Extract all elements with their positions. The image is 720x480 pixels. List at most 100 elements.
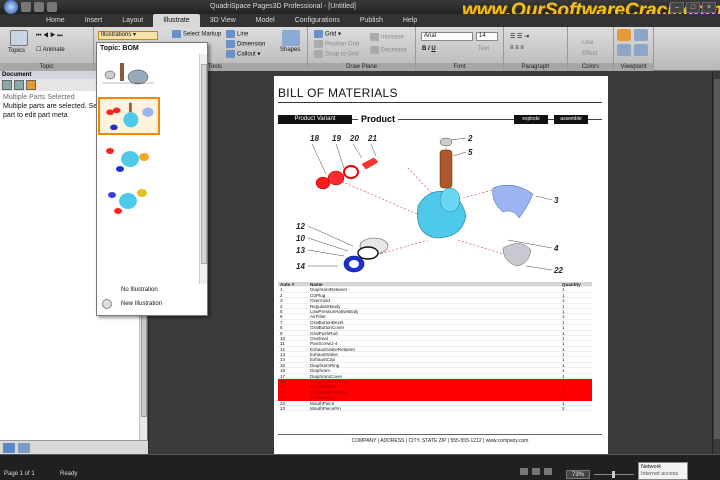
position-grid-button[interactable]: Position Grid [314, 40, 359, 48]
callout-label[interactable]: 14 [296, 262, 305, 271]
select-markup-button[interactable]: Select Markup [172, 30, 221, 38]
cursor-icon [172, 30, 181, 38]
animate-checkbox[interactable]: ☐ Animate [36, 46, 65, 53]
view-fit-icon[interactable] [532, 468, 540, 475]
explode-button[interactable]: explode [514, 115, 548, 124]
list-view-icon[interactable] [2, 80, 12, 90]
views-icon[interactable] [18, 443, 30, 453]
tree-view-icon[interactable] [14, 80, 24, 90]
callout-label[interactable]: 13 [296, 246, 305, 255]
product-label: Product [358, 114, 399, 124]
viewpoint-restore-icon[interactable] [634, 29, 648, 41]
callout-button[interactable]: Callout ▾ [226, 50, 260, 58]
illustration-thumbnail-2[interactable] [98, 97, 160, 135]
illustration-thumbnail-1[interactable] [98, 55, 160, 93]
zoom-level[interactable]: 73% [566, 470, 590, 479]
grid-button[interactable]: Grid ▾ [314, 30, 341, 38]
illustration-thumbnail-3[interactable] [98, 139, 160, 177]
table-row[interactable]: 23 MouthPiecePin 2 [278, 406, 592, 412]
part-valvespring[interactable] [361, 157, 379, 170]
bom-page: BILL OF MATERIALS Product Variant Produc… [274, 76, 608, 454]
tab-layout[interactable]: Layout [112, 14, 153, 27]
part-exhaust-valve[interactable] [357, 246, 379, 260]
new-illustration-option[interactable]: New Illustration [121, 301, 162, 307]
part-purge-button[interactable] [327, 170, 345, 186]
shapes-button[interactable]: Shapes [280, 47, 300, 53]
tab-model[interactable]: Model [246, 14, 285, 27]
maximize-button[interactable]: □ [686, 2, 700, 13]
callout-label[interactable]: 21 [367, 134, 377, 143]
properties-icon[interactable] [26, 80, 36, 90]
part-o2-plug[interactable] [439, 137, 453, 147]
undo-icon[interactable] [34, 2, 44, 12]
part-mouthpiece[interactable] [502, 243, 532, 267]
increase-button[interactable]: Increase [370, 33, 404, 41]
align-buttons[interactable]: ≡ ≡ ≡ [510, 45, 524, 51]
app-menu-orb[interactable] [4, 0, 18, 14]
tab-insert[interactable]: Insert [75, 14, 113, 27]
callout-label[interactable]: 5 [468, 148, 473, 157]
viewpoint-zoom-icon[interactable] [617, 44, 631, 56]
callout-label[interactable]: 22 [553, 266, 563, 275]
illustration-thumbnail-4[interactable] [98, 181, 160, 219]
illustrations-dropdown: Topic: BOM No Illustration New Illustrat… [96, 42, 208, 316]
line-button[interactable]: Line [226, 30, 248, 38]
exploded-view-diagram[interactable]: 18 19 20 21 2 5 3 12 10 13 14 4 22 [278, 128, 602, 280]
dimension-button[interactable]: Dimension [226, 40, 265, 48]
dropdown-scroll-thumb[interactable] [201, 64, 207, 264]
line-color-button[interactable]: Line [582, 40, 593, 46]
part-overmold[interactable] [492, 184, 534, 219]
callout-label[interactable]: 20 [349, 134, 359, 143]
callout-label[interactable]: 3 [554, 196, 559, 205]
callout-label[interactable]: 10 [296, 234, 305, 243]
tab-help[interactable]: Help [393, 14, 427, 27]
line-icon [226, 30, 235, 38]
zoom-slider-knob[interactable] [612, 471, 615, 478]
view-full-icon[interactable] [544, 468, 552, 475]
callout-label[interactable]: 19 [332, 134, 341, 143]
decrease-button[interactable]: Decrease [370, 46, 407, 54]
group-viewpoint: Viewpoint [614, 27, 654, 71]
tab-configurations[interactable]: Configurations [285, 14, 350, 27]
part-regulator-inlet[interactable] [439, 187, 461, 213]
list-buttons[interactable]: ☰ ☰ ⇥ [510, 33, 529, 40]
tab-illustrate[interactable]: Illustrate [153, 14, 200, 27]
pages-icon[interactable] [3, 443, 15, 453]
viewpoint-fit-icon[interactable] [634, 44, 648, 56]
part-exhaust-cap-hole [349, 260, 359, 268]
line-label: Line [237, 31, 249, 38]
grid-label: Grid [325, 31, 337, 38]
font-name-select[interactable]: Arial [421, 32, 473, 41]
minimize-button[interactable]: – [670, 2, 684, 13]
playback-controls[interactable]: ⏮ ◀ ▶ ⏭ [36, 33, 63, 40]
font-style-buttons[interactable]: B I U [422, 46, 436, 52]
text-button[interactable]: Text [478, 46, 489, 52]
illustrations-select[interactable]: Illustrations ▾ [98, 31, 158, 40]
dropdown-scrollbar[interactable] [199, 54, 207, 284]
snap-to-grid-button[interactable]: Snap to Grid [314, 50, 359, 58]
close-button[interactable]: × [702, 2, 716, 13]
tab-publish[interactable]: Publish [350, 14, 393, 27]
topics-button[interactable]: Topics [8, 48, 25, 54]
callout-label[interactable]: 2 [467, 134, 473, 143]
assemble-button[interactable]: assemble [554, 115, 588, 124]
canvas-scroll-thumb[interactable] [714, 79, 720, 439]
callout-label[interactable]: 12 [296, 222, 305, 231]
effect-button[interactable]: Effect [582, 51, 597, 57]
part-low-pressure-valve[interactable] [439, 149, 453, 189]
font-size-select[interactable]: 14 [476, 32, 498, 41]
redo-icon[interactable] [47, 2, 57, 12]
document-canvas[interactable]: BILL OF MATERIALS Product Variant Produc… [149, 71, 720, 454]
part-purge-button-bezel[interactable] [343, 165, 359, 179]
canvas-scrollbar[interactable] [712, 71, 720, 454]
viewpoint-save-icon[interactable] [617, 29, 631, 41]
callout-label[interactable]: 18 [310, 134, 319, 143]
callout-label[interactable]: 4 [553, 244, 559, 253]
view-normal-icon[interactable] [520, 468, 528, 475]
tab-home[interactable]: Home [36, 14, 75, 27]
no-illustration-option[interactable]: No Illustration [121, 287, 158, 293]
tab-3d-view[interactable]: 3D View [200, 14, 246, 27]
group-label-colors: Colors [568, 63, 613, 71]
grid-icon [314, 30, 323, 38]
save-icon[interactable] [21, 2, 31, 12]
